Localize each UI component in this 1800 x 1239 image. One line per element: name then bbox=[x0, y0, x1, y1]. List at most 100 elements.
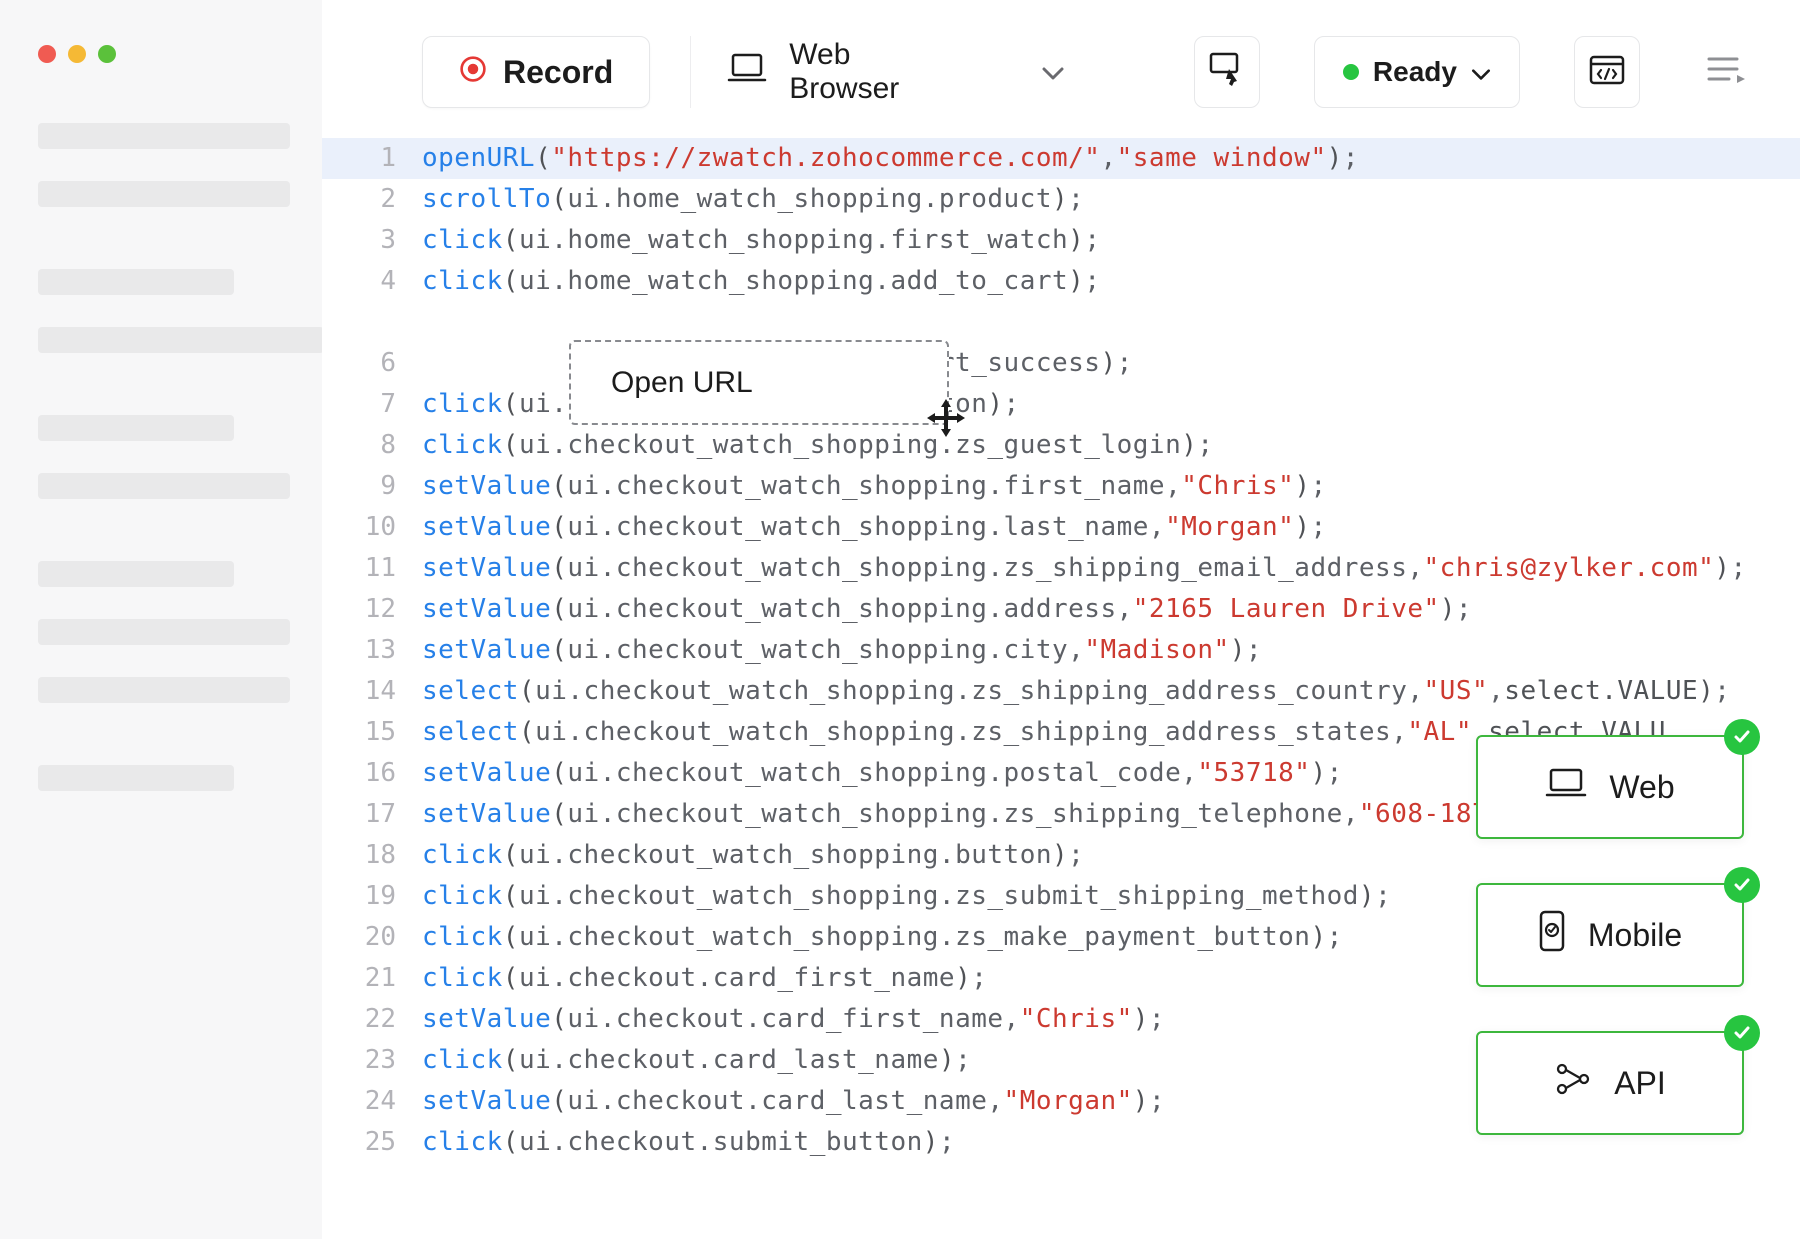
laptop-icon bbox=[1545, 768, 1587, 806]
code-source: click(ui.home_watch_shopping.first_watch… bbox=[422, 220, 1100, 261]
status-chip[interactable]: Ready bbox=[1314, 36, 1520, 108]
code-source: setValue(ui.checkout_watch_shopping.city… bbox=[422, 630, 1262, 671]
line-number: 22 bbox=[322, 999, 422, 1040]
record-button[interactable]: Record bbox=[422, 36, 650, 108]
pointer-icon bbox=[1207, 52, 1247, 93]
sidebar-item[interactable] bbox=[38, 561, 234, 587]
code-line[interactable]: 3click(ui.home_watch_shopping.first_watc… bbox=[322, 220, 1800, 261]
steps-list-button[interactable] bbox=[1694, 36, 1760, 108]
line-number: 16 bbox=[322, 753, 422, 794]
sidebar-item[interactable] bbox=[38, 765, 234, 791]
code-line[interactable]: 10setValue(ui.checkout_watch_shopping.la… bbox=[322, 507, 1800, 548]
toolbar: Record Web Browser Ready bbox=[322, 0, 1800, 138]
close-window-icon[interactable] bbox=[38, 45, 56, 63]
line-number: 11 bbox=[322, 548, 422, 589]
window-traffic-lights bbox=[38, 45, 322, 63]
main-panel: Record Web Browser Ready bbox=[322, 0, 1800, 1239]
line-number: 24 bbox=[322, 1081, 422, 1122]
code-source: setValue(ui.checkout_watch_shopping.zs_s… bbox=[422, 794, 1617, 835]
line-number: 13 bbox=[322, 630, 422, 671]
platform-card-api[interactable]: API bbox=[1476, 1031, 1744, 1135]
code-source: click(ui.checkout_watch_shopping.zs_gues… bbox=[422, 425, 1214, 466]
zoom-window-icon[interactable] bbox=[98, 45, 116, 63]
code-line[interactable]: 14select(ui.checkout_watch_shopping.zs_s… bbox=[322, 671, 1800, 712]
chevron-down-icon bbox=[1471, 56, 1491, 88]
browser-label: Web Browser bbox=[789, 38, 945, 106]
line-number: 15 bbox=[322, 712, 422, 753]
pointer-tool-button[interactable] bbox=[1194, 36, 1260, 108]
line-number: 23 bbox=[322, 1040, 422, 1081]
laptop-icon bbox=[727, 53, 767, 91]
code-source: scrollTo(ui.home_watch_shopping.product)… bbox=[422, 179, 1084, 220]
line-number: 12 bbox=[322, 589, 422, 630]
code-line[interactable]: 2scrollTo(ui.home_watch_shopping.product… bbox=[322, 179, 1800, 220]
code-source: setValue(ui.checkout.card_first_name,"Ch… bbox=[422, 999, 1165, 1040]
code-source: click(ui.checkout_watch_shopping.zs_subm… bbox=[422, 876, 1391, 917]
minimize-window-icon[interactable] bbox=[68, 45, 86, 63]
code-source: select(ui.checkout_watch_shopping.zs_shi… bbox=[422, 671, 1730, 712]
code-line[interactable]: 9setValue(ui.checkout_watch_shopping.fir… bbox=[322, 466, 1800, 507]
sidebar bbox=[0, 0, 322, 1239]
api-icon bbox=[1554, 1061, 1592, 1105]
code-source: click(ui.checkout.submit_button); bbox=[422, 1122, 955, 1163]
sidebar-item[interactable] bbox=[38, 181, 290, 207]
sidebar-item[interactable] bbox=[38, 619, 290, 645]
card-label: API bbox=[1614, 1065, 1666, 1102]
card-label: Mobile bbox=[1588, 917, 1682, 954]
code-view-button[interactable] bbox=[1574, 36, 1640, 108]
browser-select[interactable]: Web Browser bbox=[690, 36, 1100, 108]
platform-card-web[interactable]: Web bbox=[1476, 735, 1744, 839]
code-line[interactable]: 11setValue(ui.checkout_watch_shopping.zs… bbox=[322, 548, 1800, 589]
line-number: 25 bbox=[322, 1122, 422, 1163]
code-line[interactable]: 6 atch_shopping.cart_success); bbox=[322, 343, 1800, 384]
line-number: 2 bbox=[322, 179, 422, 220]
record-label: Record bbox=[503, 54, 613, 91]
line-number: 10 bbox=[322, 507, 422, 548]
code-source: setValue(ui.checkout_watch_shopping.addr… bbox=[422, 589, 1472, 630]
line-number: 6 bbox=[322, 343, 422, 384]
line-number: 9 bbox=[322, 466, 422, 507]
card-label: Web bbox=[1609, 769, 1674, 806]
drag-step-openurl[interactable]: Open URL bbox=[569, 340, 949, 425]
check-badge-icon bbox=[1724, 867, 1760, 903]
move-cursor-icon bbox=[925, 397, 967, 444]
steps-icon bbox=[1707, 55, 1747, 90]
code-source: setValue(ui.checkout_watch_shopping.zs_s… bbox=[422, 548, 1747, 589]
platform-card-mobile[interactable]: Mobile bbox=[1476, 883, 1744, 987]
line-number: 18 bbox=[322, 835, 422, 876]
code-source: click(ui.checkout.card_first_name); bbox=[422, 958, 987, 999]
sidebar-item[interactable] bbox=[38, 269, 234, 295]
chevron-down-icon bbox=[1042, 55, 1064, 89]
sidebar-item[interactable] bbox=[38, 473, 290, 499]
code-line[interactable]: 8click(ui.checkout_watch_shopping.zs_gue… bbox=[322, 425, 1800, 466]
check-badge-icon bbox=[1724, 1015, 1760, 1051]
code-source: click(ui.home_watch_shopping.add_to_cart… bbox=[422, 261, 1100, 302]
line-number: 17 bbox=[322, 794, 422, 835]
code-line[interactable] bbox=[322, 302, 1800, 343]
line-number: 1 bbox=[322, 138, 422, 179]
code-view-icon bbox=[1589, 55, 1625, 90]
code-source: setValue(ui.checkout_watch_shopping.post… bbox=[422, 753, 1343, 794]
code-source: setValue(ui.checkout.card_last_name,"Mor… bbox=[422, 1081, 1165, 1122]
code-line[interactable]: 13setValue(ui.checkout_watch_shopping.ci… bbox=[322, 630, 1800, 671]
code-source: click(ui.checkout.card_last_name); bbox=[422, 1040, 971, 1081]
code-line[interactable]: 7click(ui.cart_watch_shopping.button); bbox=[322, 384, 1800, 425]
code-line[interactable]: 1openURL("https://zwatch.zohocommerce.co… bbox=[322, 138, 1800, 179]
status-dot-icon bbox=[1343, 64, 1359, 80]
code-source: click(ui.checkout_watch_shopping.zs_make… bbox=[422, 917, 1343, 958]
line-number: 21 bbox=[322, 958, 422, 999]
sidebar-item[interactable] bbox=[38, 327, 324, 353]
code-source: setValue(ui.checkout_watch_shopping.firs… bbox=[422, 466, 1327, 507]
sidebar-item[interactable] bbox=[38, 123, 290, 149]
sidebar-item[interactable] bbox=[38, 415, 234, 441]
line-number: 19 bbox=[322, 876, 422, 917]
line-number: 20 bbox=[322, 917, 422, 958]
line-number: 8 bbox=[322, 425, 422, 466]
sidebar-item[interactable] bbox=[38, 677, 290, 703]
mobile-icon bbox=[1538, 910, 1566, 960]
code-line[interactable]: 4click(ui.home_watch_shopping.add_to_car… bbox=[322, 261, 1800, 302]
code-line[interactable]: 12setValue(ui.checkout_watch_shopping.ad… bbox=[322, 589, 1800, 630]
record-icon bbox=[459, 54, 487, 91]
drag-label: Open URL bbox=[611, 366, 753, 400]
code-source: setValue(ui.checkout_watch_shopping.last… bbox=[422, 507, 1327, 548]
